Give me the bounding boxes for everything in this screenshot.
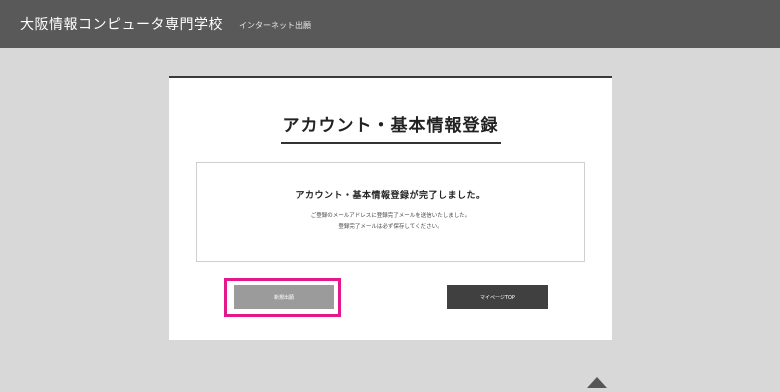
completion-heading: アカウント・基本情報登録が完了しました。 (295, 191, 486, 201)
chevron-up-icon[interactable] (587, 373, 607, 388)
completion-line-1: ご登録のメールアドレスに登録完了メールを送信いたしました。 (310, 213, 471, 219)
page-title: アカウント・基本情報登録 (280, 111, 501, 144)
completion-line-2: 登録完了メールは必ず保存してください。 (338, 224, 443, 230)
mypage-top-button[interactable]: マイページTOP (447, 285, 548, 309)
school-name: 大阪情報コンピュータ専門学校 (20, 17, 223, 33)
new-application-button[interactable]: 新規出願 (234, 285, 334, 309)
completion-message-box: アカウント・基本情報登録が完了しました。 ご登録のメールアドレスに登録完了メール… (196, 162, 585, 262)
registration-card: アカウント・基本情報登録 アカウント・基本情報登録が完了しました。 ご登録のメー… (169, 76, 612, 340)
header-subtitle: インターネット出願 (239, 20, 311, 30)
page-title-wrap: アカウント・基本情報登録 (169, 111, 612, 144)
site-header: 大阪情報コンピュータ専門学校 インターネット出願 (0, 0, 780, 48)
